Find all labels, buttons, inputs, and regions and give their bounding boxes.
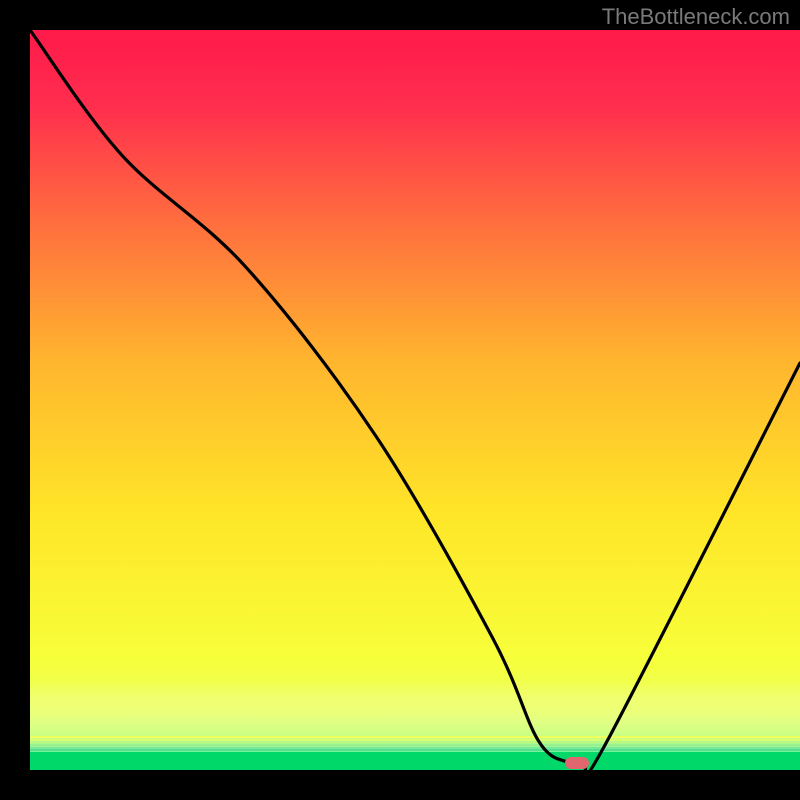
optimal-marker <box>565 757 589 769</box>
plot-area <box>30 30 800 770</box>
watermark: TheBottleneck.com <box>602 4 790 30</box>
bottleneck-curve <box>30 30 800 770</box>
